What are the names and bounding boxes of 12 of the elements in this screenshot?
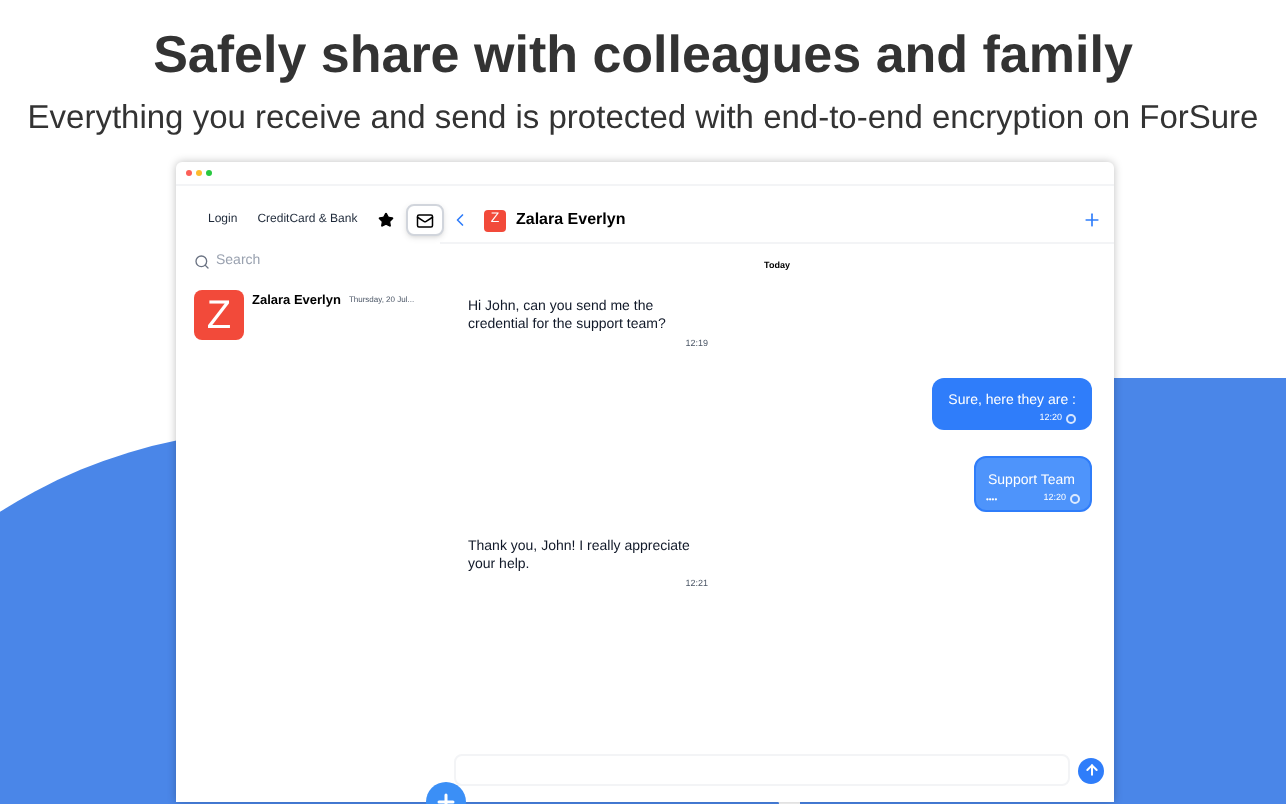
- message-input[interactable]: [454, 754, 1070, 786]
- star-icon: [377, 212, 394, 228]
- mail-tab[interactable]: [405, 204, 444, 236]
- subheadline: Everything you receive and send is protected with end-to-end encryption on ForSure: [27, 98, 1259, 140]
- chat-title: Zalara Everlyn: [516, 208, 626, 232]
- avatar: Z: [194, 290, 244, 340]
- headline: Safely share with colleagues and family: [153, 22, 1133, 86]
- mail-icon: [415, 211, 434, 229]
- send-button[interactable]: [1078, 757, 1104, 783]
- search-icon: [194, 254, 210, 270]
- arrow-up-icon: [1083, 762, 1099, 778]
- plus-icon[interactable]: [1082, 210, 1102, 230]
